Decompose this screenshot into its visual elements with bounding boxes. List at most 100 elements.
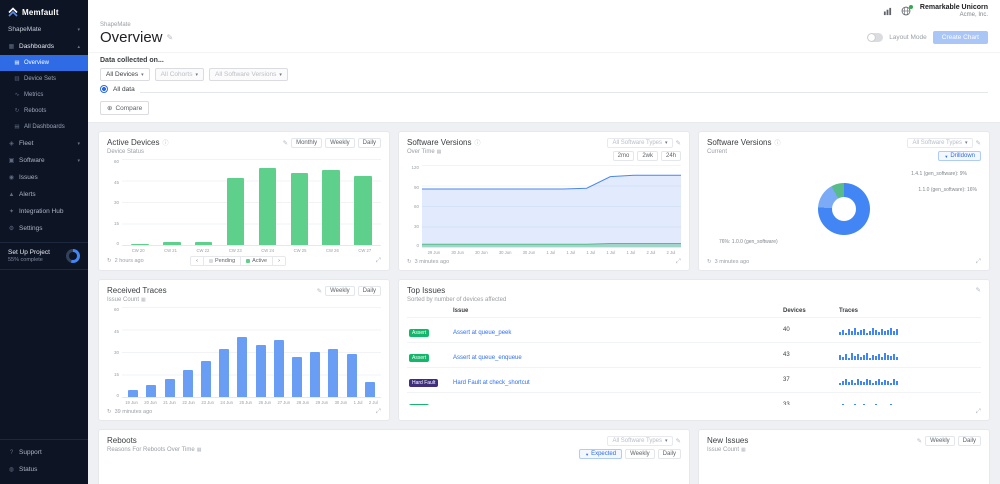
sidebar-item-status[interactable]: ◍ Status xyxy=(0,461,88,478)
globe-icon[interactable] xyxy=(901,6,911,16)
legend-pending[interactable]: Pending xyxy=(204,257,241,265)
info-icon[interactable]: ⓘ xyxy=(162,138,168,147)
sidebar-item-metrics[interactable]: ∿ Metrics xyxy=(0,87,88,103)
project-selector[interactable]: ShapeMate ▾ xyxy=(0,23,88,38)
bar[interactable] xyxy=(219,349,229,397)
range-2mo-button[interactable]: 2mo xyxy=(613,151,635,161)
bar[interactable] xyxy=(347,354,357,398)
edit-chart-icon[interactable]: ✎ xyxy=(283,139,288,147)
bar[interactable] xyxy=(227,178,245,245)
sidebar-item-dashboards[interactable]: ▦ Dashboards ▴ xyxy=(0,38,88,55)
expand-icon[interactable]: ⤢ xyxy=(976,258,981,266)
edit-chart-icon[interactable]: ✎ xyxy=(976,286,981,294)
bar[interactable] xyxy=(131,244,149,245)
bar[interactable] xyxy=(165,379,175,397)
range-daily-button[interactable]: Daily xyxy=(958,436,981,446)
edit-chart-icon[interactable]: ✎ xyxy=(676,139,681,147)
sidebar-item-issues[interactable]: ◉ Issues xyxy=(0,169,88,186)
refresh-icon[interactable]: ↻ xyxy=(107,258,112,264)
sidebar-item-overview[interactable]: ▦ Overview xyxy=(0,55,88,71)
expand-icon[interactable]: ⤢ xyxy=(376,257,381,265)
edit-chart-icon[interactable]: ✎ xyxy=(317,287,322,295)
chevron-down-icon: ▾ xyxy=(77,27,80,33)
bar[interactable] xyxy=(354,176,372,245)
issue-link[interactable]: Assert at queue_peek xyxy=(453,330,511,336)
chevron-down-icon: ▾ xyxy=(77,141,80,147)
chevron-down-icon: ▾ xyxy=(665,438,668,444)
bar[interactable] xyxy=(256,345,266,398)
range-monthly-button[interactable]: Monthly xyxy=(291,138,322,148)
sidebar-item-device-sets[interactable]: ▥ Device Sets xyxy=(0,71,88,87)
software-versions-donut[interactable] xyxy=(818,183,870,235)
edit-chart-icon[interactable]: ✎ xyxy=(676,437,681,445)
sidebar-item-settings[interactable]: ⚙ Settings xyxy=(0,220,88,237)
create-chart-button[interactable]: Create Chart xyxy=(933,31,988,44)
expected-filter-button[interactable]: ▼ Expected xyxy=(579,449,622,459)
range-2wk-button[interactable]: 2wk xyxy=(637,151,658,161)
sidebar-item-fleet[interactable]: ◈ Fleet ▾ xyxy=(0,135,88,152)
refresh-icon[interactable]: ↻ xyxy=(407,259,412,265)
range-24h-button[interactable]: 24h xyxy=(661,151,681,161)
bar[interactable] xyxy=(328,349,338,397)
range-weekly-button[interactable]: Weekly xyxy=(925,436,955,446)
sidebar-item-all-dashboards[interactable]: ▤ All Dashboards xyxy=(0,119,88,135)
bar[interactable] xyxy=(291,173,309,245)
bar[interactable] xyxy=(365,382,375,397)
org-switcher[interactable]: Remarkable Unicorn Acme, Inc. xyxy=(920,4,988,19)
range-weekly-button[interactable]: Weekly xyxy=(325,138,355,148)
legend-active[interactable]: Active xyxy=(241,257,273,265)
issue-link[interactable]: Hard Fault at check_shortcut xyxy=(453,380,530,386)
devices-filter-dropdown[interactable]: All Devices ▾ xyxy=(100,68,150,81)
edit-title-icon[interactable]: ✎ xyxy=(167,33,174,42)
bar[interactable] xyxy=(201,361,211,397)
legend-next-button[interactable]: › xyxy=(273,257,285,265)
bar[interactable] xyxy=(195,242,213,245)
issue-link[interactable]: Assert at queue_enqueue xyxy=(453,355,522,361)
charts-grid: Active Devices ⓘ Device Status ✎ Monthly… xyxy=(88,123,1000,484)
range-daily-button[interactable]: Daily xyxy=(358,138,381,148)
sidebar-item-software[interactable]: ▣ Software ▾ xyxy=(0,152,88,169)
legend-prev-button[interactable]: ‹ xyxy=(191,257,204,265)
drilldown-button[interactable]: ▼ Drilldown xyxy=(938,151,981,161)
edit-chart-icon[interactable]: ✎ xyxy=(976,139,981,147)
bar[interactable] xyxy=(128,390,138,398)
refresh-icon[interactable]: ↻ xyxy=(107,409,112,415)
all-data-radio[interactable] xyxy=(100,85,108,93)
sidebar-item-support[interactable]: ? Support xyxy=(0,444,88,461)
compare-button[interactable]: ⊕ Compare xyxy=(100,101,149,115)
bar[interactable] xyxy=(274,340,284,397)
range-weekly-button[interactable]: Weekly xyxy=(325,286,355,296)
bar[interactable] xyxy=(259,168,277,245)
expand-icon[interactable]: ⤢ xyxy=(676,258,681,266)
range-daily-button[interactable]: Daily xyxy=(358,286,381,296)
bar[interactable] xyxy=(183,370,193,397)
layout-mode-toggle[interactable] xyxy=(867,33,883,42)
range-weekly-button[interactable]: Weekly xyxy=(625,449,655,459)
bar[interactable] xyxy=(322,170,340,245)
software-types-dropdown[interactable]: All Software Types ▾ xyxy=(607,138,672,148)
info-icon[interactable]: ⓘ xyxy=(474,138,480,147)
software-versions-filter-dropdown[interactable]: All Software Versions ▾ xyxy=(209,68,288,81)
bar[interactable] xyxy=(146,385,156,397)
setup-project[interactable]: Set Up Project 55% complete xyxy=(0,242,88,270)
donut-label: 1.1.0 (gen_software): 16% xyxy=(918,187,977,193)
bar[interactable] xyxy=(163,242,181,245)
filter-input-underline[interactable] xyxy=(140,85,988,93)
bar[interactable] xyxy=(237,337,247,397)
usage-chart-icon[interactable] xyxy=(883,7,892,16)
edit-chart-icon[interactable]: ✎ xyxy=(917,437,922,445)
bar[interactable] xyxy=(310,352,320,397)
software-types-dropdown[interactable]: All Software Types ▾ xyxy=(907,138,972,148)
info-icon[interactable]: ⓘ xyxy=(774,138,780,147)
sidebar-item-alerts[interactable]: ▲ Alerts xyxy=(0,186,88,203)
cohorts-filter-dropdown[interactable]: All Cohorts ▾ xyxy=(155,68,204,81)
software-types-dropdown[interactable]: All Software Types ▾ xyxy=(607,436,672,446)
memfault-logo[interactable]: Memfault xyxy=(0,0,88,23)
bar[interactable] xyxy=(292,357,302,398)
refresh-icon[interactable]: ↻ xyxy=(707,259,712,265)
expand-icon[interactable]: ⤢ xyxy=(376,408,381,416)
sidebar-item-reboots[interactable]: ↻ Reboots xyxy=(0,103,88,119)
range-daily-button[interactable]: Daily xyxy=(658,449,681,459)
expand-icon[interactable]: ⤢ xyxy=(976,408,981,416)
sidebar-item-integration-hub[interactable]: ✦ Integration Hub xyxy=(0,203,88,220)
